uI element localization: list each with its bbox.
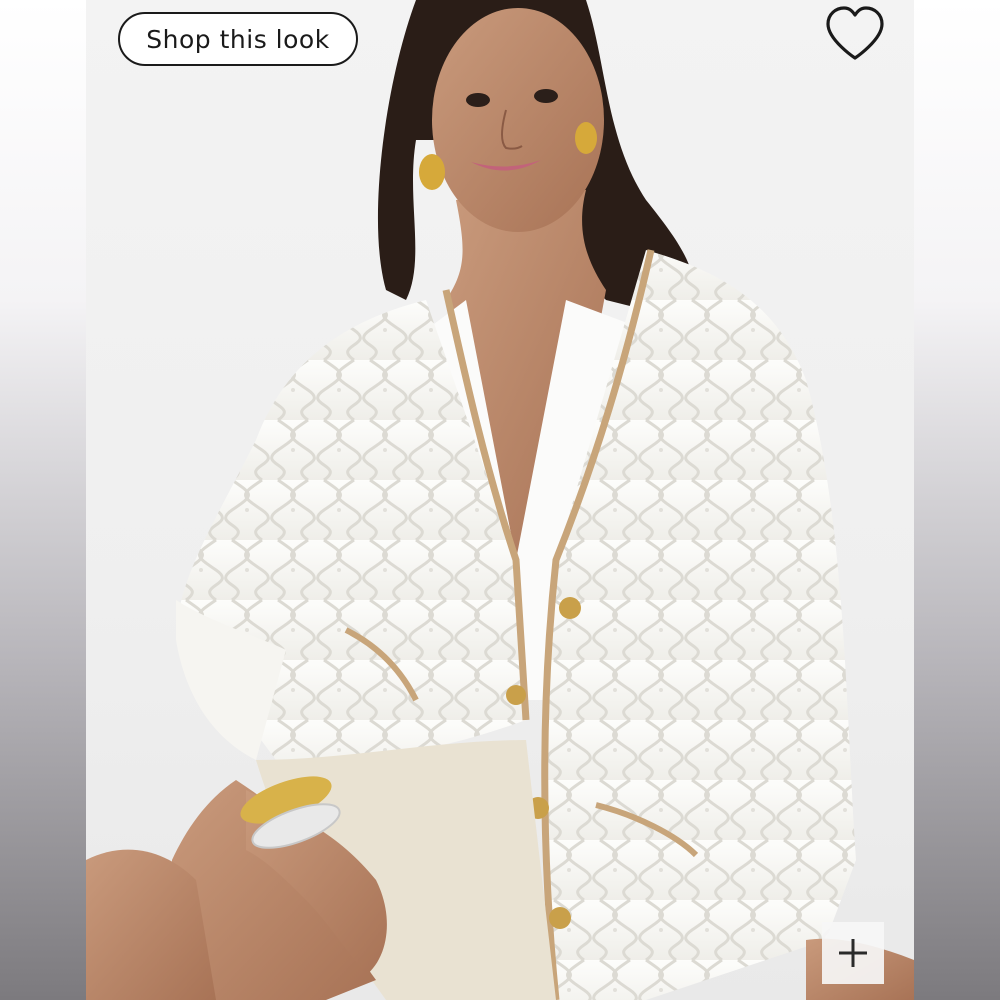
plus-icon xyxy=(839,939,867,967)
left-letterbox xyxy=(0,0,86,1000)
product-photo[interactable] xyxy=(86,0,914,1000)
heart-icon xyxy=(826,6,884,60)
expand-image-button[interactable] xyxy=(822,922,884,984)
favorite-button[interactable] xyxy=(822,4,888,64)
shop-this-look-label: Shop this look xyxy=(146,24,330,54)
model-illustration xyxy=(86,0,914,1000)
product-image-viewer: Shop this look xyxy=(0,0,1000,1000)
shop-this-look-button[interactable]: Shop this look xyxy=(118,12,358,66)
right-letterbox xyxy=(914,0,1000,1000)
